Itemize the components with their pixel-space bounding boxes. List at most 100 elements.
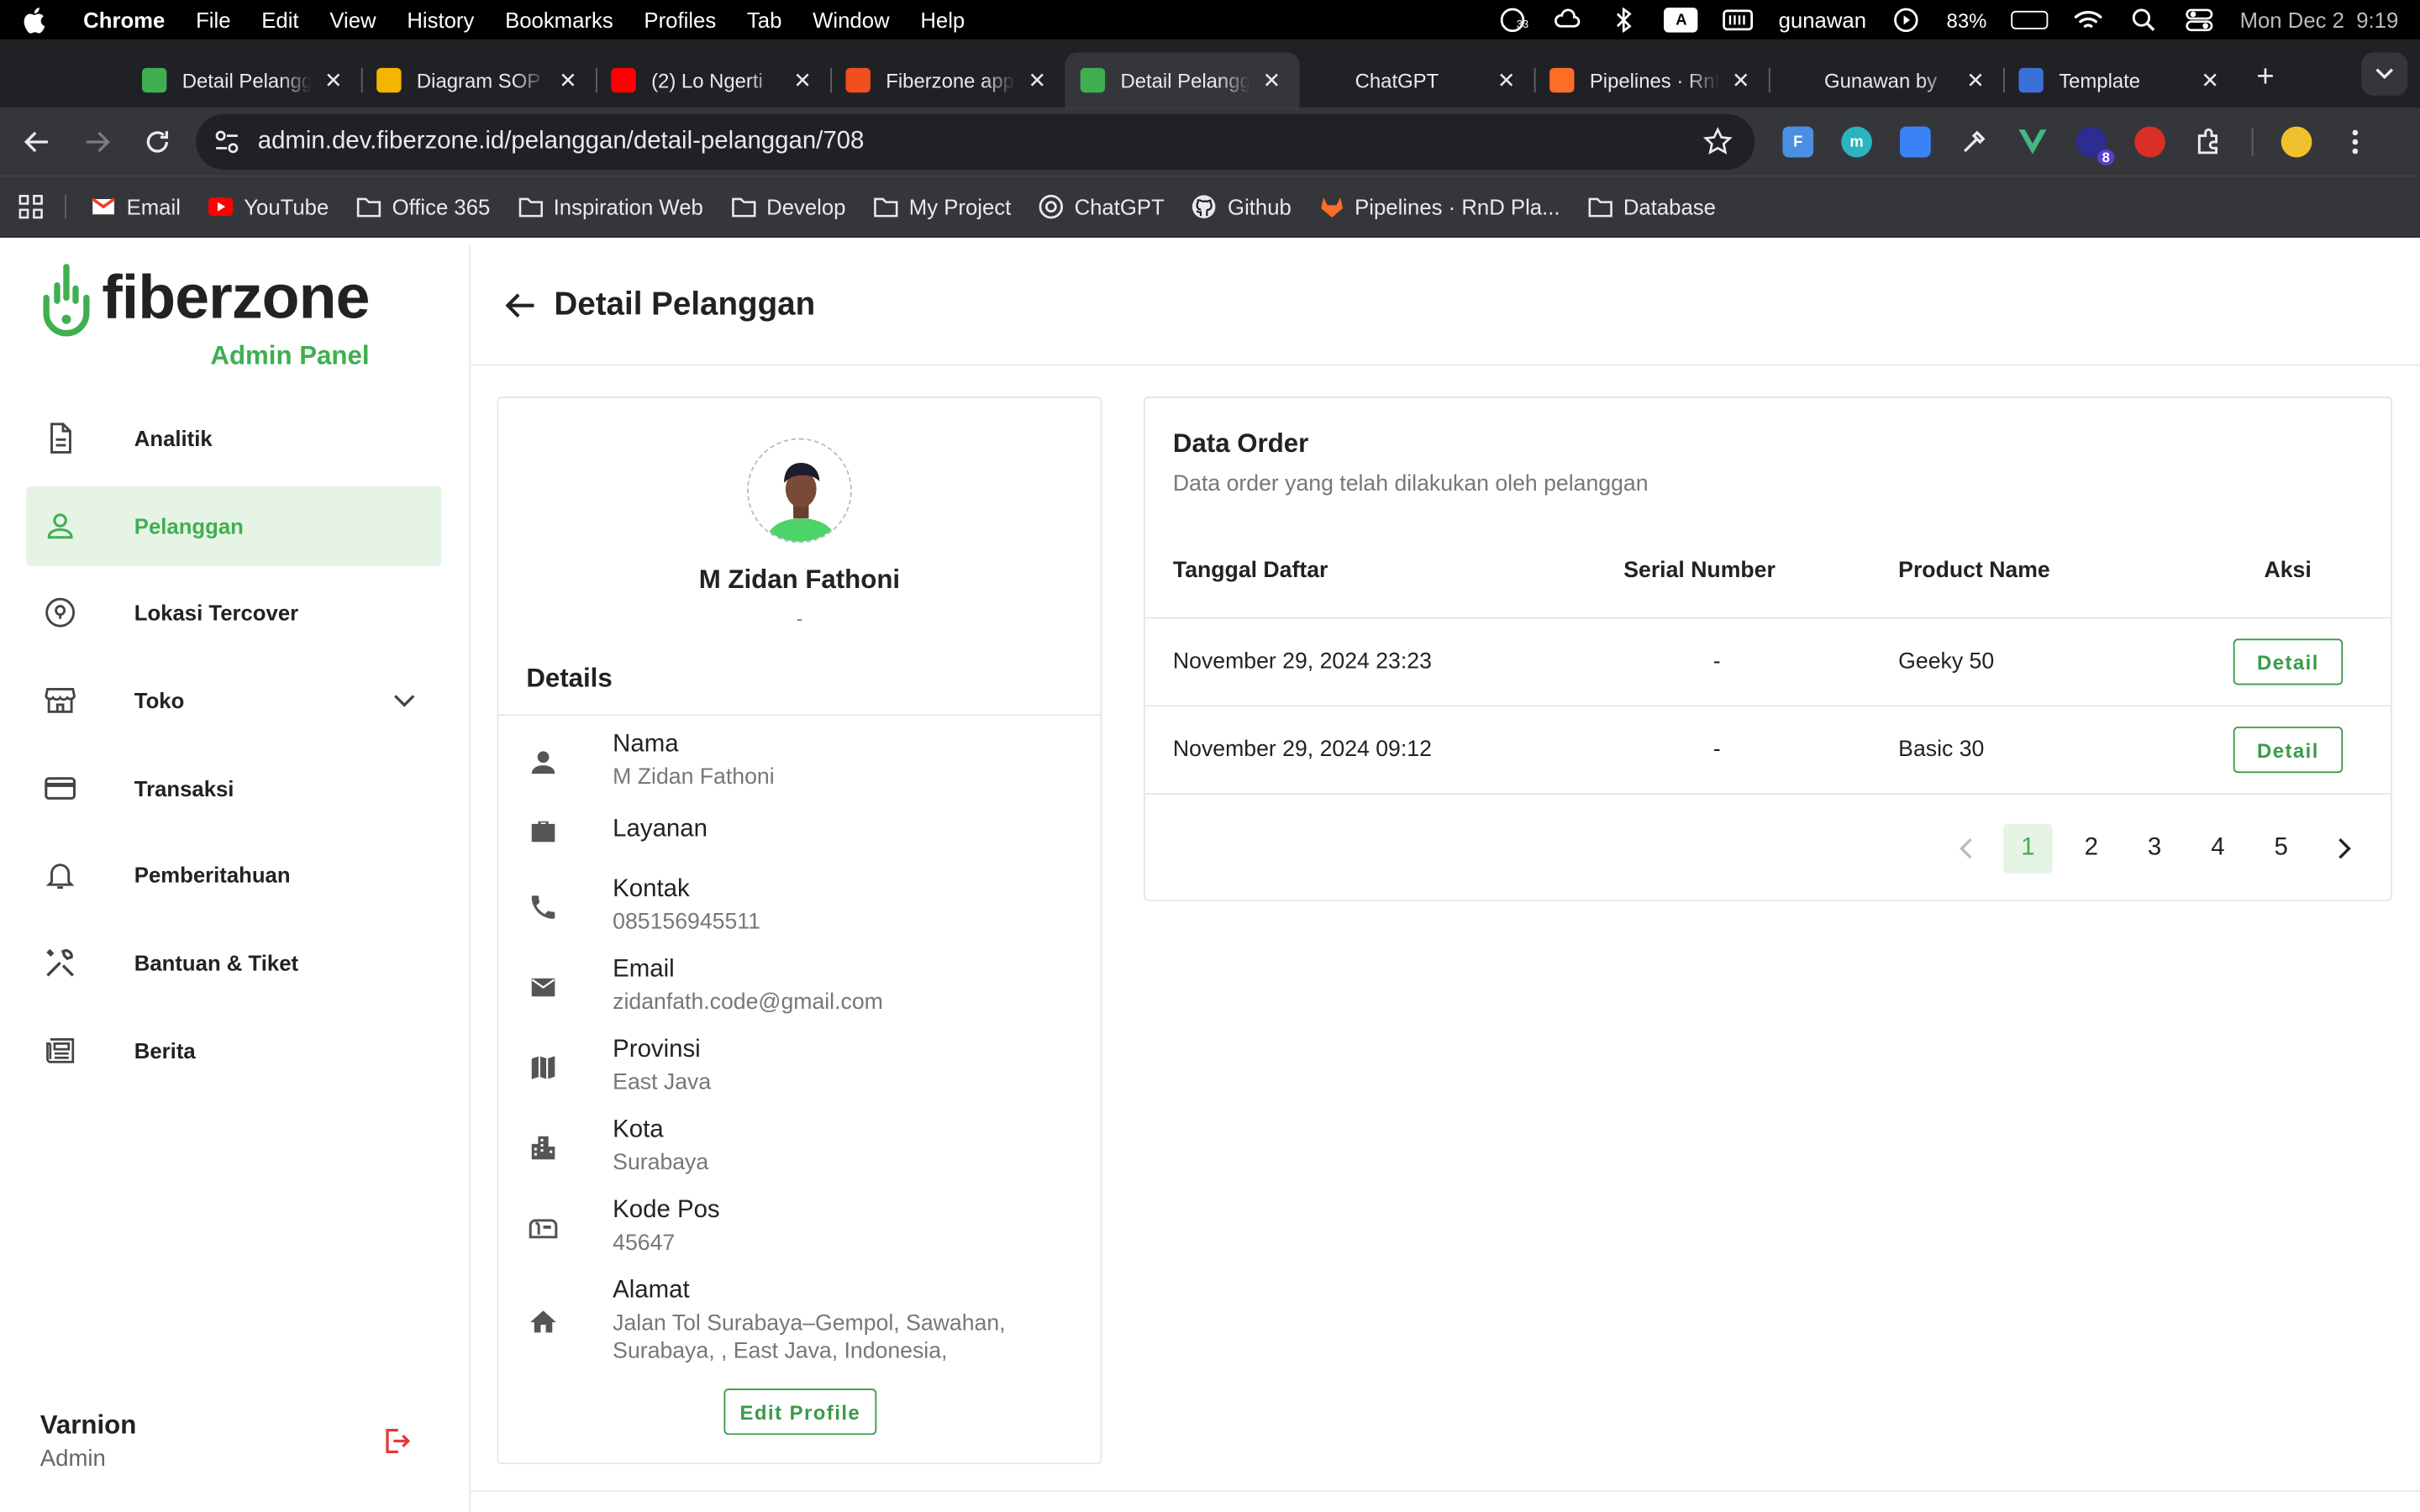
- detail-nama: Nama M Zidan Fathoni: [526, 732, 1085, 792]
- input-source-icon[interactable]: A: [1664, 8, 1699, 33]
- sidebar-item-transaksi[interactable]: Transaksi: [26, 748, 441, 828]
- menu-help[interactable]: Help: [920, 8, 965, 32]
- bookmark-chatgpt[interactable]: ChatGPT: [1039, 194, 1165, 218]
- sidebar-item-lokasi-tercover[interactable]: Lokasi Tercover: [26, 573, 441, 654]
- menubar-username[interactable]: gunawan: [1779, 8, 1866, 32]
- browser-tab-6[interactable]: ChatGPT ✕: [1300, 52, 1534, 108]
- battery-icon[interactable]: [2011, 10, 2049, 29]
- page-3-button[interactable]: 3: [2130, 824, 2180, 874]
- keyboard-icon[interactable]: [1723, 9, 1754, 31]
- profile-avatar-icon[interactable]: [2281, 126, 2312, 158]
- tab-close-icon[interactable]: ✕: [321, 67, 345, 92]
- wifi-icon[interactable]: [2073, 9, 2104, 31]
- menu-window[interactable]: Window: [813, 8, 889, 32]
- browser-tab-7[interactable]: Pipelines · RnD ✕: [1534, 52, 1769, 108]
- tab-close-icon[interactable]: ✕: [1728, 67, 1753, 92]
- weather-icon[interactable]: [1553, 8, 1584, 31]
- bookmark-star-icon[interactable]: [1702, 127, 1733, 158]
- bookmark-pipelines-rnd-pla[interactable]: Pipelines · RnD Pla...: [1319, 194, 1560, 218]
- browser-tab-4[interactable]: Fiberzone app ✕: [830, 52, 1065, 108]
- extension-f-icon[interactable]: F: [1782, 126, 1814, 158]
- browser-tab-1[interactable]: Detail Pelanggan ✕: [127, 52, 361, 108]
- row-2-detail-button[interactable]: Detail: [2233, 727, 2344, 774]
- bookmark-office-365[interactable]: Office 365: [356, 194, 490, 218]
- menu-tab[interactable]: Tab: [747, 8, 781, 32]
- browser-tab-8[interactable]: Gunawan by ✕: [1768, 52, 2003, 108]
- control-center-icon[interactable]: [2184, 8, 2215, 32]
- extension-m-icon[interactable]: m: [1841, 126, 1872, 158]
- forward-arrow-icon[interactable]: [76, 120, 118, 163]
- address-bar[interactable]: admin.dev.fiberzone.id/pelanggan/detail-…: [196, 113, 1755, 171]
- chrome-menu-icon[interactable]: [2339, 127, 2370, 158]
- sidebar-item-berita[interactable]: Berita: [26, 1011, 441, 1091]
- menu-chrome[interactable]: Chrome: [83, 8, 165, 32]
- tab-close-icon[interactable]: ✕: [1260, 67, 1284, 92]
- page-2-button[interactable]: 2: [2066, 824, 2116, 874]
- page-5-button[interactable]: 5: [2256, 824, 2306, 874]
- browser-tab-5[interactable]: Detail Pelanggan ✕: [1065, 52, 1300, 108]
- tab-close-icon[interactable]: ✕: [790, 67, 814, 92]
- extension-eyedropper-icon[interactable]: [1959, 127, 1990, 158]
- extensions-puzzle-icon[interactable]: [2193, 127, 2224, 158]
- bookmark-email[interactable]: Email: [91, 194, 181, 218]
- row-2-product: Basic 30: [1898, 737, 1985, 763]
- bookmark-github[interactable]: Github: [1192, 194, 1292, 218]
- tab-close-icon[interactable]: ✕: [1494, 67, 1518, 92]
- extension-stop-icon[interactable]: [2134, 126, 2165, 158]
- bookmark-develop[interactable]: Develop: [731, 194, 845, 218]
- bluetooth-icon[interactable]: [1609, 8, 1640, 33]
- extension-docs-icon[interactable]: [1900, 126, 1931, 158]
- store-icon: [42, 682, 79, 719]
- sidebar-item-pelanggan[interactable]: Pelanggan: [26, 485, 442, 566]
- play-icon[interactable]: [1891, 8, 1922, 33]
- address-url[interactable]: admin.dev.fiberzone.id/pelanggan/detail-…: [258, 128, 1702, 155]
- page-4-button[interactable]: 4: [2193, 824, 2243, 874]
- extension-vue-icon[interactable]: [2018, 127, 2049, 158]
- sidebar-item-pemberitahuan[interactable]: Pemberitahuan: [26, 835, 441, 916]
- apps-grid-icon[interactable]: [18, 194, 43, 218]
- menu-file[interactable]: File: [196, 8, 230, 32]
- logout-icon[interactable]: [380, 1424, 413, 1457]
- menubar-clock[interactable]: Mon Dec 2 9:19: [2240, 8, 2399, 32]
- back-arrow-icon[interactable]: [15, 120, 58, 163]
- prev-page-chevron-left-icon[interactable]: [1940, 824, 1990, 874]
- tab-close-icon[interactable]: ✕: [2198, 67, 2223, 92]
- tab-close-icon[interactable]: ✕: [1963, 67, 1987, 92]
- sidebar-item-label: Transaksi: [134, 775, 234, 801]
- page-1-button[interactable]: 1: [2003, 823, 2053, 874]
- bookmark-my-project[interactable]: My Project: [874, 194, 1011, 218]
- row-1-detail-button[interactable]: Detail: [2233, 638, 2344, 685]
- chevron-down-icon[interactable]: [386, 682, 423, 719]
- tab-search-button[interactable]: [2361, 52, 2408, 96]
- bookmark-youtube[interactable]: YouTube: [208, 194, 329, 218]
- site-settings-icon[interactable]: [212, 127, 243, 158]
- sidebar-item-analitik[interactable]: Analitik: [26, 398, 441, 479]
- menu-bookmarks[interactable]: Bookmarks: [505, 8, 613, 32]
- tab-close-icon[interactable]: ✕: [555, 67, 580, 92]
- new-tab-button[interactable]: +: [2256, 60, 2274, 95]
- browser-tab-3[interactable]: (2) Lo Ngerti ✕: [595, 52, 830, 108]
- tab-favicon: [611, 67, 636, 93]
- extension-dark-icon[interactable]: 8: [2075, 126, 2115, 165]
- apple-icon[interactable]: [22, 6, 50, 34]
- menu-view[interactable]: View: [329, 8, 376, 32]
- sidebar-item-bantuan-tiket[interactable]: Bantuan & Tiket: [26, 923, 441, 1004]
- menu-profiles[interactable]: Profiles: [644, 8, 716, 32]
- page-header: Detail Pelanggan: [471, 245, 2420, 366]
- next-page-chevron-right-icon[interactable]: [2320, 824, 2370, 874]
- bookmark-label: Inspiration Web: [553, 193, 703, 218]
- reload-icon[interactable]: [136, 120, 179, 163]
- menu-history[interactable]: History: [407, 8, 474, 32]
- browser-tab-9[interactable]: Template ✕: [2003, 52, 2238, 108]
- spotlight-search-icon[interactable]: [2128, 8, 2160, 31]
- edit-profile-button[interactable]: Edit Profile: [723, 1389, 877, 1436]
- browser-tab-2[interactable]: Diagram SOP ✕: [360, 52, 596, 108]
- sidebar-item-toko[interactable]: Toko: [26, 660, 441, 741]
- bookmark-inspiration-web[interactable]: Inspiration Web: [518, 193, 703, 218]
- gmail-icon: [91, 194, 115, 218]
- menu-edit[interactable]: Edit: [261, 8, 298, 32]
- bookmark-database[interactable]: Database: [1588, 194, 1716, 218]
- back-arrow-icon[interactable]: [502, 286, 539, 323]
- tab-close-icon[interactable]: ✕: [1025, 67, 1050, 92]
- notification-count-icon[interactable]: 33: [1497, 8, 1528, 33]
